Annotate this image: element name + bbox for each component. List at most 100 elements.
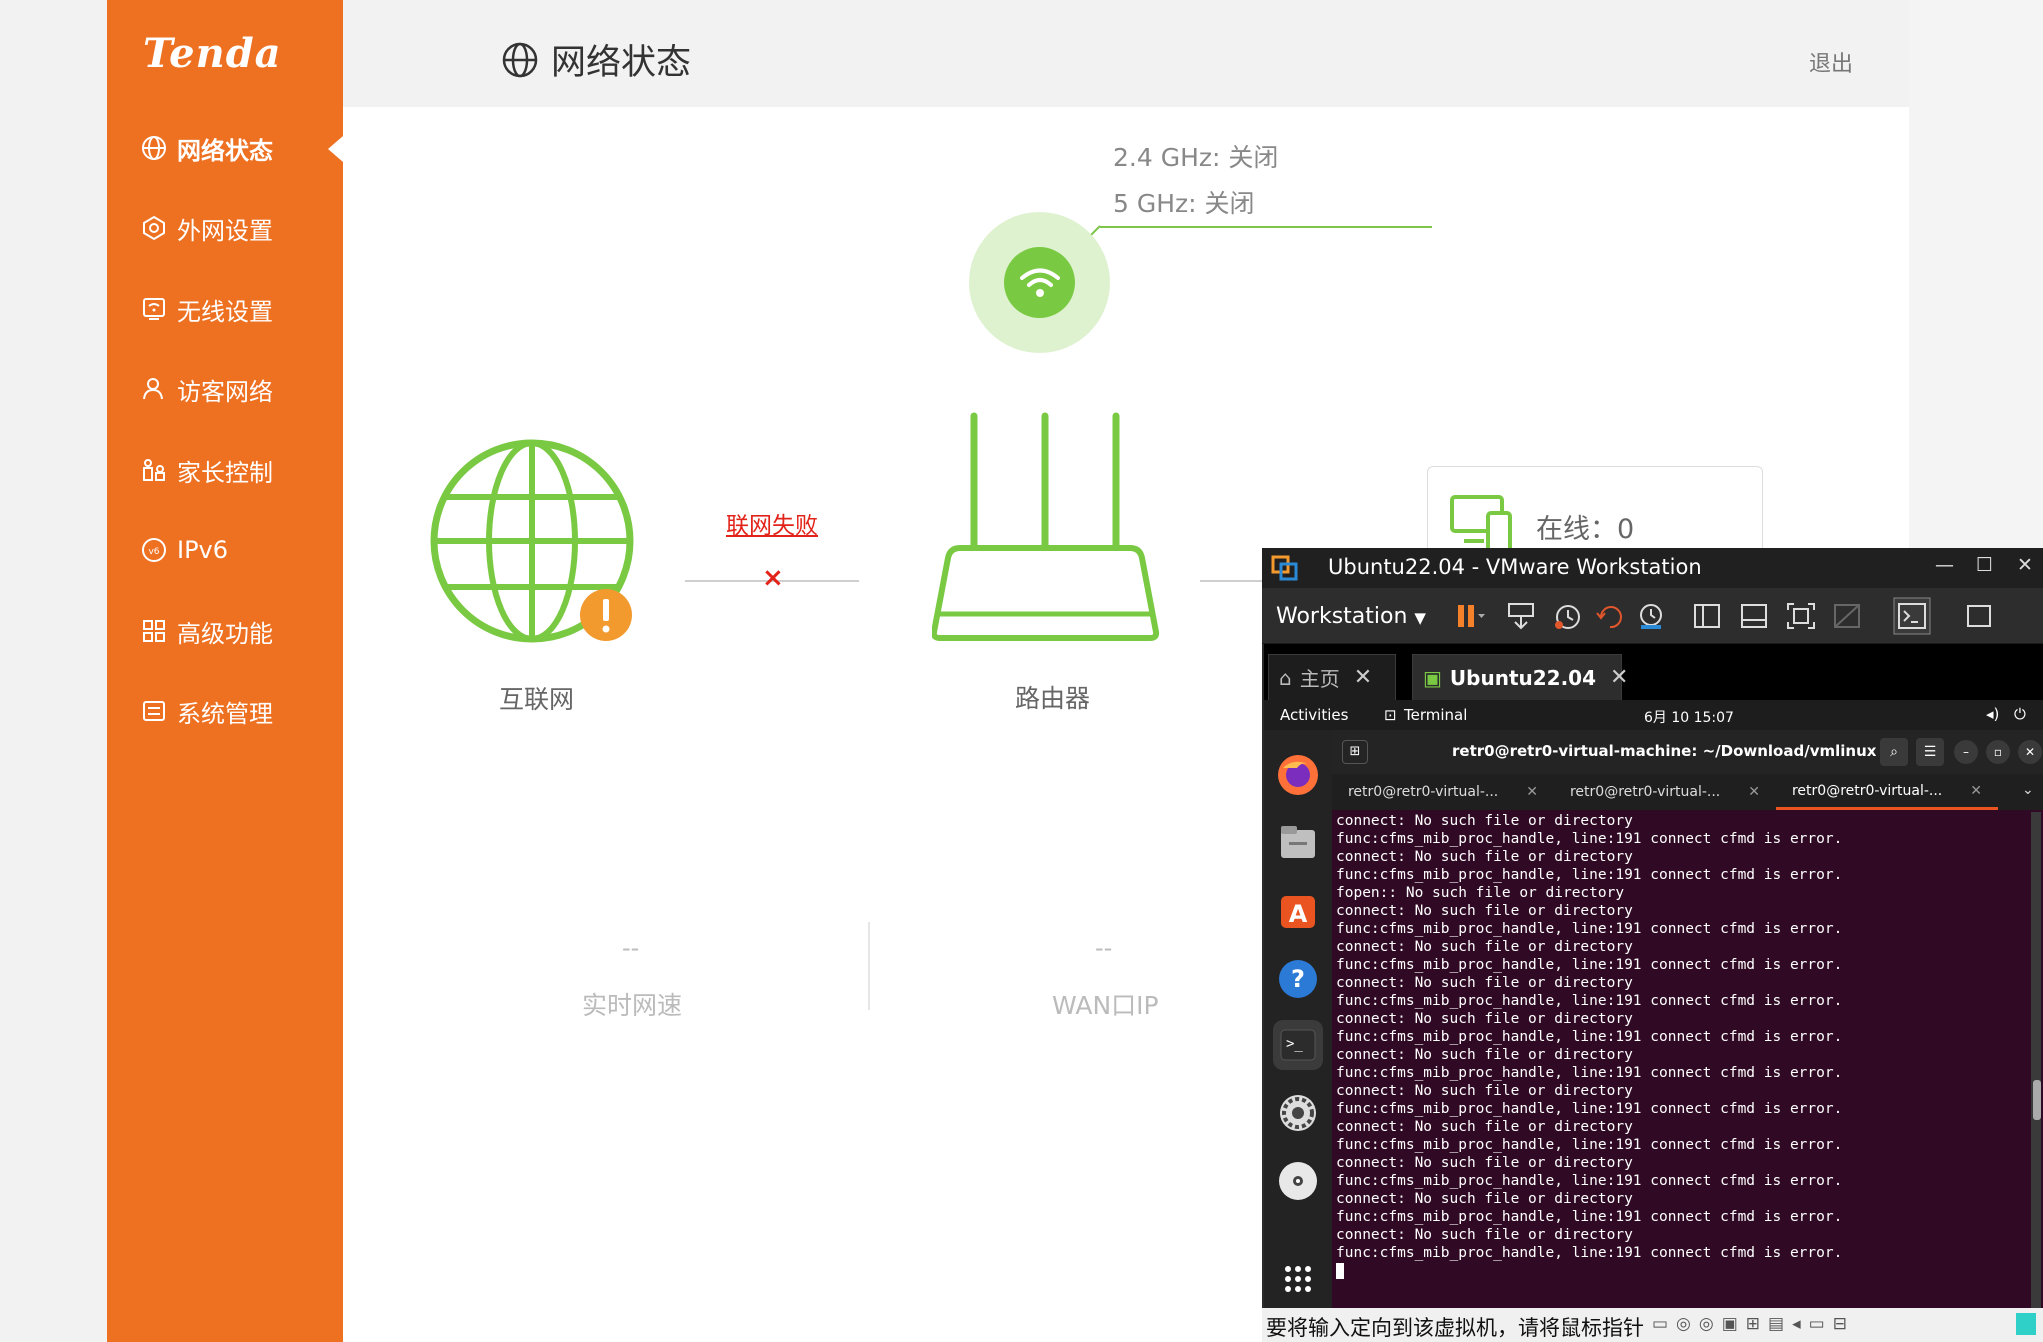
logout-link[interactable]: 退出 bbox=[1809, 46, 1853, 78]
router-header: 网络状态 退出 bbox=[343, 0, 1909, 107]
close-tab-icon[interactable]: ✕ bbox=[1526, 784, 1538, 800]
terminal-tabs: retr0@retr0-virtual-... ✕ retr0@retr0-vir… bbox=[1332, 774, 2043, 810]
tabs-dropdown-icon[interactable]: ⌄ bbox=[2022, 782, 2034, 798]
nav-label: 家长控制 bbox=[177, 458, 273, 487]
terminal-line: connect: No such file or directory bbox=[1336, 849, 1633, 865]
thumbnail-view-icon[interactable] bbox=[1737, 600, 1771, 632]
workstation-menu[interactable]: Workstation ▼ bbox=[1276, 604, 1426, 629]
wifi-status-button[interactable] bbox=[969, 212, 1110, 353]
tab-label: retr0@retr0-virtual-... bbox=[1791, 782, 1943, 799]
close-tab-icon[interactable]: ✕ bbox=[1610, 665, 1628, 690]
terminal-line: fopen:: No such file or directory bbox=[1336, 885, 1625, 901]
settings-icon[interactable] bbox=[1273, 1088, 1323, 1138]
tab-home[interactable]: ⌂ 主页 ✕ bbox=[1268, 654, 1396, 700]
close-tab-icon[interactable]: ✕ bbox=[1354, 665, 1372, 690]
stretch-view-icon[interactable] bbox=[1962, 600, 1996, 632]
pause-icon[interactable] bbox=[1452, 600, 1486, 632]
terminal-app-icon: ⊡ bbox=[1384, 706, 1397, 724]
terminal-scrollbar[interactable] bbox=[2031, 812, 2041, 1325]
activities-button[interactable]: Activities bbox=[1280, 706, 1348, 724]
terminal-tab[interactable]: retr0@retr0-virtual-... ✕ bbox=[1554, 774, 1776, 810]
vmware-status-bar: 要将输入定向到该虚拟机，请将鼠标指针 ▭◎◎▣⊞▤◂▭⊟ bbox=[1262, 1308, 2043, 1342]
nav-item-system[interactable]: 系统管理 bbox=[107, 681, 343, 741]
fullscreen-icon[interactable] bbox=[1784, 600, 1818, 632]
terminal-headerbar: ⊞ retr0@retr0-virtual-machine: ~/Downloa… bbox=[1332, 730, 2043, 774]
files-icon[interactable] bbox=[1273, 818, 1323, 868]
tenda-logo: Tenda bbox=[143, 30, 282, 77]
vmware-toolbar: Workstation ▼ bbox=[1262, 588, 2043, 644]
terminal-line: connect: No such file or directory bbox=[1336, 1047, 1633, 1063]
chevron-down-icon: ▼ bbox=[1414, 609, 1426, 627]
minimize-icon[interactable]: – bbox=[1954, 740, 1978, 764]
svg-text:A: A bbox=[1289, 900, 1308, 928]
nav-label: 网络状态 bbox=[177, 136, 273, 165]
terminal-line: func:cfms_mib_proc_handle, line:191 conn… bbox=[1336, 1029, 1843, 1045]
revert-snapshot-icon[interactable] bbox=[1593, 600, 1627, 632]
online-count: 在线：0 bbox=[1536, 514, 1635, 545]
new-tab-icon[interactable]: ⊞ bbox=[1342, 740, 1368, 764]
show-apps-icon[interactable] bbox=[1273, 1254, 1323, 1304]
tab-ubuntu[interactable]: ▣ Ubuntu22.04 ✕ bbox=[1412, 654, 1628, 700]
nav-item-parental-control[interactable]: 家长控制 bbox=[107, 440, 343, 500]
close-tab-icon[interactable]: ✕ bbox=[1748, 784, 1760, 800]
send-keys-icon[interactable] bbox=[1504, 600, 1538, 632]
terminal-line: connect: No such file or directory bbox=[1336, 975, 1633, 991]
terminal-line: func:cfms_mib_proc_handle, line:191 conn… bbox=[1336, 1065, 1843, 1081]
app-center-icon[interactable]: A bbox=[1273, 886, 1323, 936]
nav-label: IPv6 bbox=[177, 536, 229, 564]
terminal-icon[interactable]: >_ bbox=[1273, 1020, 1323, 1070]
power-icon[interactable]: ⏻ bbox=[2014, 705, 2026, 723]
app-menu[interactable]: Terminal bbox=[1404, 706, 1467, 724]
volume-icon[interactable]: ◂) bbox=[1986, 705, 1999, 723]
terminal-line: connect: No such file or directory bbox=[1336, 939, 1633, 955]
terminal-line: connect: No such file or directory bbox=[1336, 813, 1633, 829]
wan-ip-value: -- bbox=[1095, 934, 1113, 962]
devices-icon bbox=[1450, 495, 1512, 553]
sidebar-view-icon[interactable] bbox=[1690, 600, 1724, 632]
console-view-icon[interactable] bbox=[1892, 596, 1932, 636]
terminal-tab-active[interactable]: retr0@retr0-virtual-... ✕ bbox=[1776, 774, 1998, 810]
nav-item-guest-network[interactable]: 访客网络 bbox=[107, 359, 343, 419]
close-button[interactable]: ✕ bbox=[2017, 554, 2033, 576]
terminal-output[interactable]: connect: No such file or directory func:c… bbox=[1336, 812, 2041, 1325]
globe-icon bbox=[502, 42, 538, 77]
svg-text:v6: v6 bbox=[148, 547, 159, 557]
maximize-button[interactable]: ☐ bbox=[1976, 554, 1993, 576]
nav-item-advanced[interactable]: 高级功能 bbox=[107, 601, 343, 661]
restore-icon[interactable]: ▫ bbox=[1986, 740, 2010, 764]
disc-icon[interactable] bbox=[1273, 1156, 1323, 1206]
tab-label: 主页 bbox=[1299, 667, 1340, 691]
ipv6-icon: v6 bbox=[142, 538, 166, 562]
terminal-line: func:cfms_mib_proc_handle, line:191 conn… bbox=[1336, 831, 1843, 847]
firefox-icon[interactable] bbox=[1273, 750, 1323, 800]
unity-icon[interactable] bbox=[1830, 600, 1864, 632]
router-label: 路由器 bbox=[1015, 684, 1091, 713]
menu-icon[interactable]: ☰ bbox=[1916, 738, 1944, 766]
help-icon[interactable]: ? bbox=[1273, 954, 1323, 1004]
grid-icon bbox=[143, 620, 165, 642]
clock[interactable]: 6月 10 15:07 bbox=[1644, 707, 1734, 727]
nav-item-network-status[interactable]: 网络状态 bbox=[107, 118, 343, 178]
search-icon[interactable]: ⌕ bbox=[1880, 738, 1908, 766]
scrollbar-thumb[interactable] bbox=[2033, 1080, 2041, 1120]
nav-item-wan-settings[interactable]: 外网设置 bbox=[107, 198, 343, 258]
page-title: 网络状态 bbox=[501, 34, 691, 85]
message-icon[interactable] bbox=[2016, 1313, 2036, 1335]
nav-item-ipv6[interactable]: v6 IPv6 bbox=[107, 520, 343, 580]
router-icon[interactable] bbox=[932, 410, 1162, 644]
nav-item-wireless-settings[interactable]: 无线设置 bbox=[107, 279, 343, 339]
snapshot-manager-icon[interactable] bbox=[1634, 600, 1668, 632]
svg-text:>_: >_ bbox=[1286, 1036, 1303, 1052]
nav-label: 系统管理 bbox=[177, 699, 273, 728]
link-status-link[interactable]: 联网失败 bbox=[726, 506, 818, 540]
close-tab-icon[interactable]: ✕ bbox=[1970, 783, 1982, 799]
terminal-line: func:cfms_mib_proc_handle, line:191 conn… bbox=[1336, 867, 1843, 883]
vmware-titlebar[interactable]: Ubuntu22.04 - VMware Workstation — ☐ ✕ bbox=[1262, 548, 2043, 588]
device-status-icons[interactable]: ▭◎◎▣⊞▤◂▭⊟ bbox=[1652, 1314, 1855, 1334]
ubuntu-guest-screen[interactable]: Activities ⊡ Terminal 6月 10 15:07 ◂) ⏻ A bbox=[1264, 700, 2043, 1325]
system-icon bbox=[143, 701, 165, 721]
terminal-tab[interactable]: retr0@retr0-virtual-... ✕ bbox=[1332, 774, 1554, 810]
close-icon[interactable]: ✕ bbox=[2018, 740, 2042, 764]
minimize-button[interactable]: — bbox=[1935, 554, 1954, 576]
snapshot-icon[interactable] bbox=[1551, 600, 1585, 632]
